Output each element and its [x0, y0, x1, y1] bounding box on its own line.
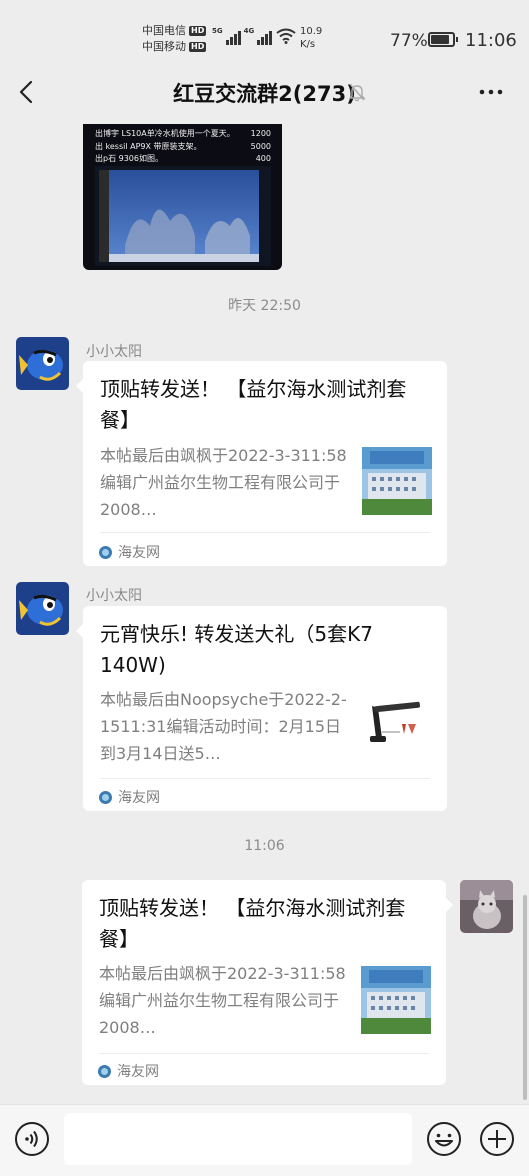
scrollbar[interactable] — [523, 895, 527, 1100]
link-card[interactable]: 顶贴转发送！ 【益尔海水测试剂套餐】 本帖最后由飒枫于2022-3-311:58… — [82, 880, 453, 1085]
time-divider: 11:06 — [244, 838, 285, 854]
network-speed: 10.9 K/s — [300, 25, 322, 51]
image-caption-text: 出博宇 LS10A单冷水机使用一个夏天。 1200 出 kessil AP9X 带… — [95, 128, 271, 166]
my-avatar[interactable] — [460, 880, 513, 933]
more-dots-icon[interactable] — [476, 78, 506, 106]
avatar[interactable] — [16, 582, 69, 635]
avatar[interactable] — [16, 337, 69, 390]
signal-4g-label: 4G — [243, 27, 255, 35]
card-title: 顶贴转发送！ 【益尔海水测试剂套餐】 — [99, 896, 406, 951]
signal-bars-icon — [225, 31, 241, 45]
speed-value: 10.9 — [300, 26, 323, 37]
carrier-2: 中国移动 — [142, 40, 186, 53]
link-card[interactable]: 元宵快乐! 转发送大礼（5套K7 140W) 本帖最后由Noopsyche于20… — [76, 606, 447, 811]
source-logo-icon — [99, 545, 112, 559]
chat-header: 红豆交流群2(273) — [0, 66, 529, 118]
card-description: 本帖最后由飒枫于2022-3-311:58编辑广州益尔生物工程有限公司于2008… — [100, 446, 347, 519]
card-divider — [100, 532, 430, 533]
signal-5g-label: 5G — [212, 27, 223, 35]
card-divider — [99, 1053, 429, 1054]
card-source: 海友网 — [99, 542, 160, 562]
card-title: 元宵快乐! 转发送大礼（5套K7 140W) — [100, 622, 373, 677]
card-source: 海友网 — [98, 1061, 159, 1081]
card-thumbnail — [362, 694, 432, 762]
input-bar — [0, 1104, 529, 1176]
card-source-name: 海友网 — [117, 1064, 159, 1080]
sender-name: 小小太阳 — [86, 588, 142, 604]
sender-name: 小小太阳 — [86, 344, 142, 360]
battery-percent: 77% — [390, 31, 428, 51]
card-source: 海友网 — [99, 787, 160, 807]
status-bar: 中国电信 HD 中国移动 HD 5G 4G 10.9 K/s 77% 11:06 — [0, 0, 529, 66]
plus-icon[interactable] — [479, 1121, 515, 1157]
status-time: 11:06 — [465, 30, 517, 51]
signal-icons: 5G 4G — [212, 27, 273, 45]
carrier-1: 中国电信 — [142, 24, 186, 37]
cat-avatar-icon — [460, 880, 513, 933]
bell-off-icon — [348, 83, 366, 102]
aquarium-photo — [95, 166, 271, 266]
carrier-info: 中国电信 HD 中国移动 HD — [142, 23, 207, 55]
card-thumbnail — [361, 966, 431, 1034]
link-card[interactable]: 顶贴转发送！ 【益尔海水测试剂套餐】 本帖最后由飒枫于2022-3-311:58… — [76, 361, 447, 566]
source-logo-icon — [99, 790, 112, 804]
voice-icon[interactable] — [14, 1121, 50, 1157]
hd-badge: HD — [189, 26, 207, 36]
image-text-line: 出 kessil AP9X 带原装支架。 5000 — [95, 141, 271, 151]
speed-unit: K/s — [300, 39, 316, 50]
image-message[interactable]: 出博宇 LS10A单冷水机使用一个夏天。 1200 出 kessil AP9X 带… — [83, 124, 282, 270]
fish-avatar-icon — [16, 337, 69, 390]
card-divider — [100, 778, 430, 779]
wifi-icon — [276, 28, 296, 44]
signal-bars-icon — [257, 31, 273, 45]
image-text-line: 出博宇 LS10A单冷水机使用一个夏天。 1200 — [95, 129, 271, 138]
chat-title: 红豆交流群2(273) — [173, 82, 356, 106]
image-text-line: 出p石 9306如图。 400 — [95, 154, 271, 163]
emoji-icon[interactable] — [426, 1121, 462, 1157]
card-description: 本帖最后由飒枫于2022-3-311:58编辑广州益尔生物工程有限公司于2008… — [99, 964, 346, 1037]
card-source-name: 海友网 — [118, 790, 160, 806]
card-description: 本帖最后由Noopsyche于2022-2-1511:31编辑活动时间：2月15… — [100, 690, 347, 763]
card-title: 顶贴转发送！ 【益尔海水测试剂套餐】 — [100, 377, 407, 432]
time-divider: 昨天 22:50 — [228, 298, 301, 314]
hd-badge: HD — [189, 42, 207, 52]
message-input[interactable] — [64, 1113, 412, 1165]
card-source-name: 海友网 — [118, 545, 160, 561]
card-thumbnail — [362, 447, 432, 515]
source-logo-icon — [98, 1064, 111, 1078]
fish-avatar-icon — [16, 582, 69, 635]
battery-icon — [428, 32, 458, 47]
